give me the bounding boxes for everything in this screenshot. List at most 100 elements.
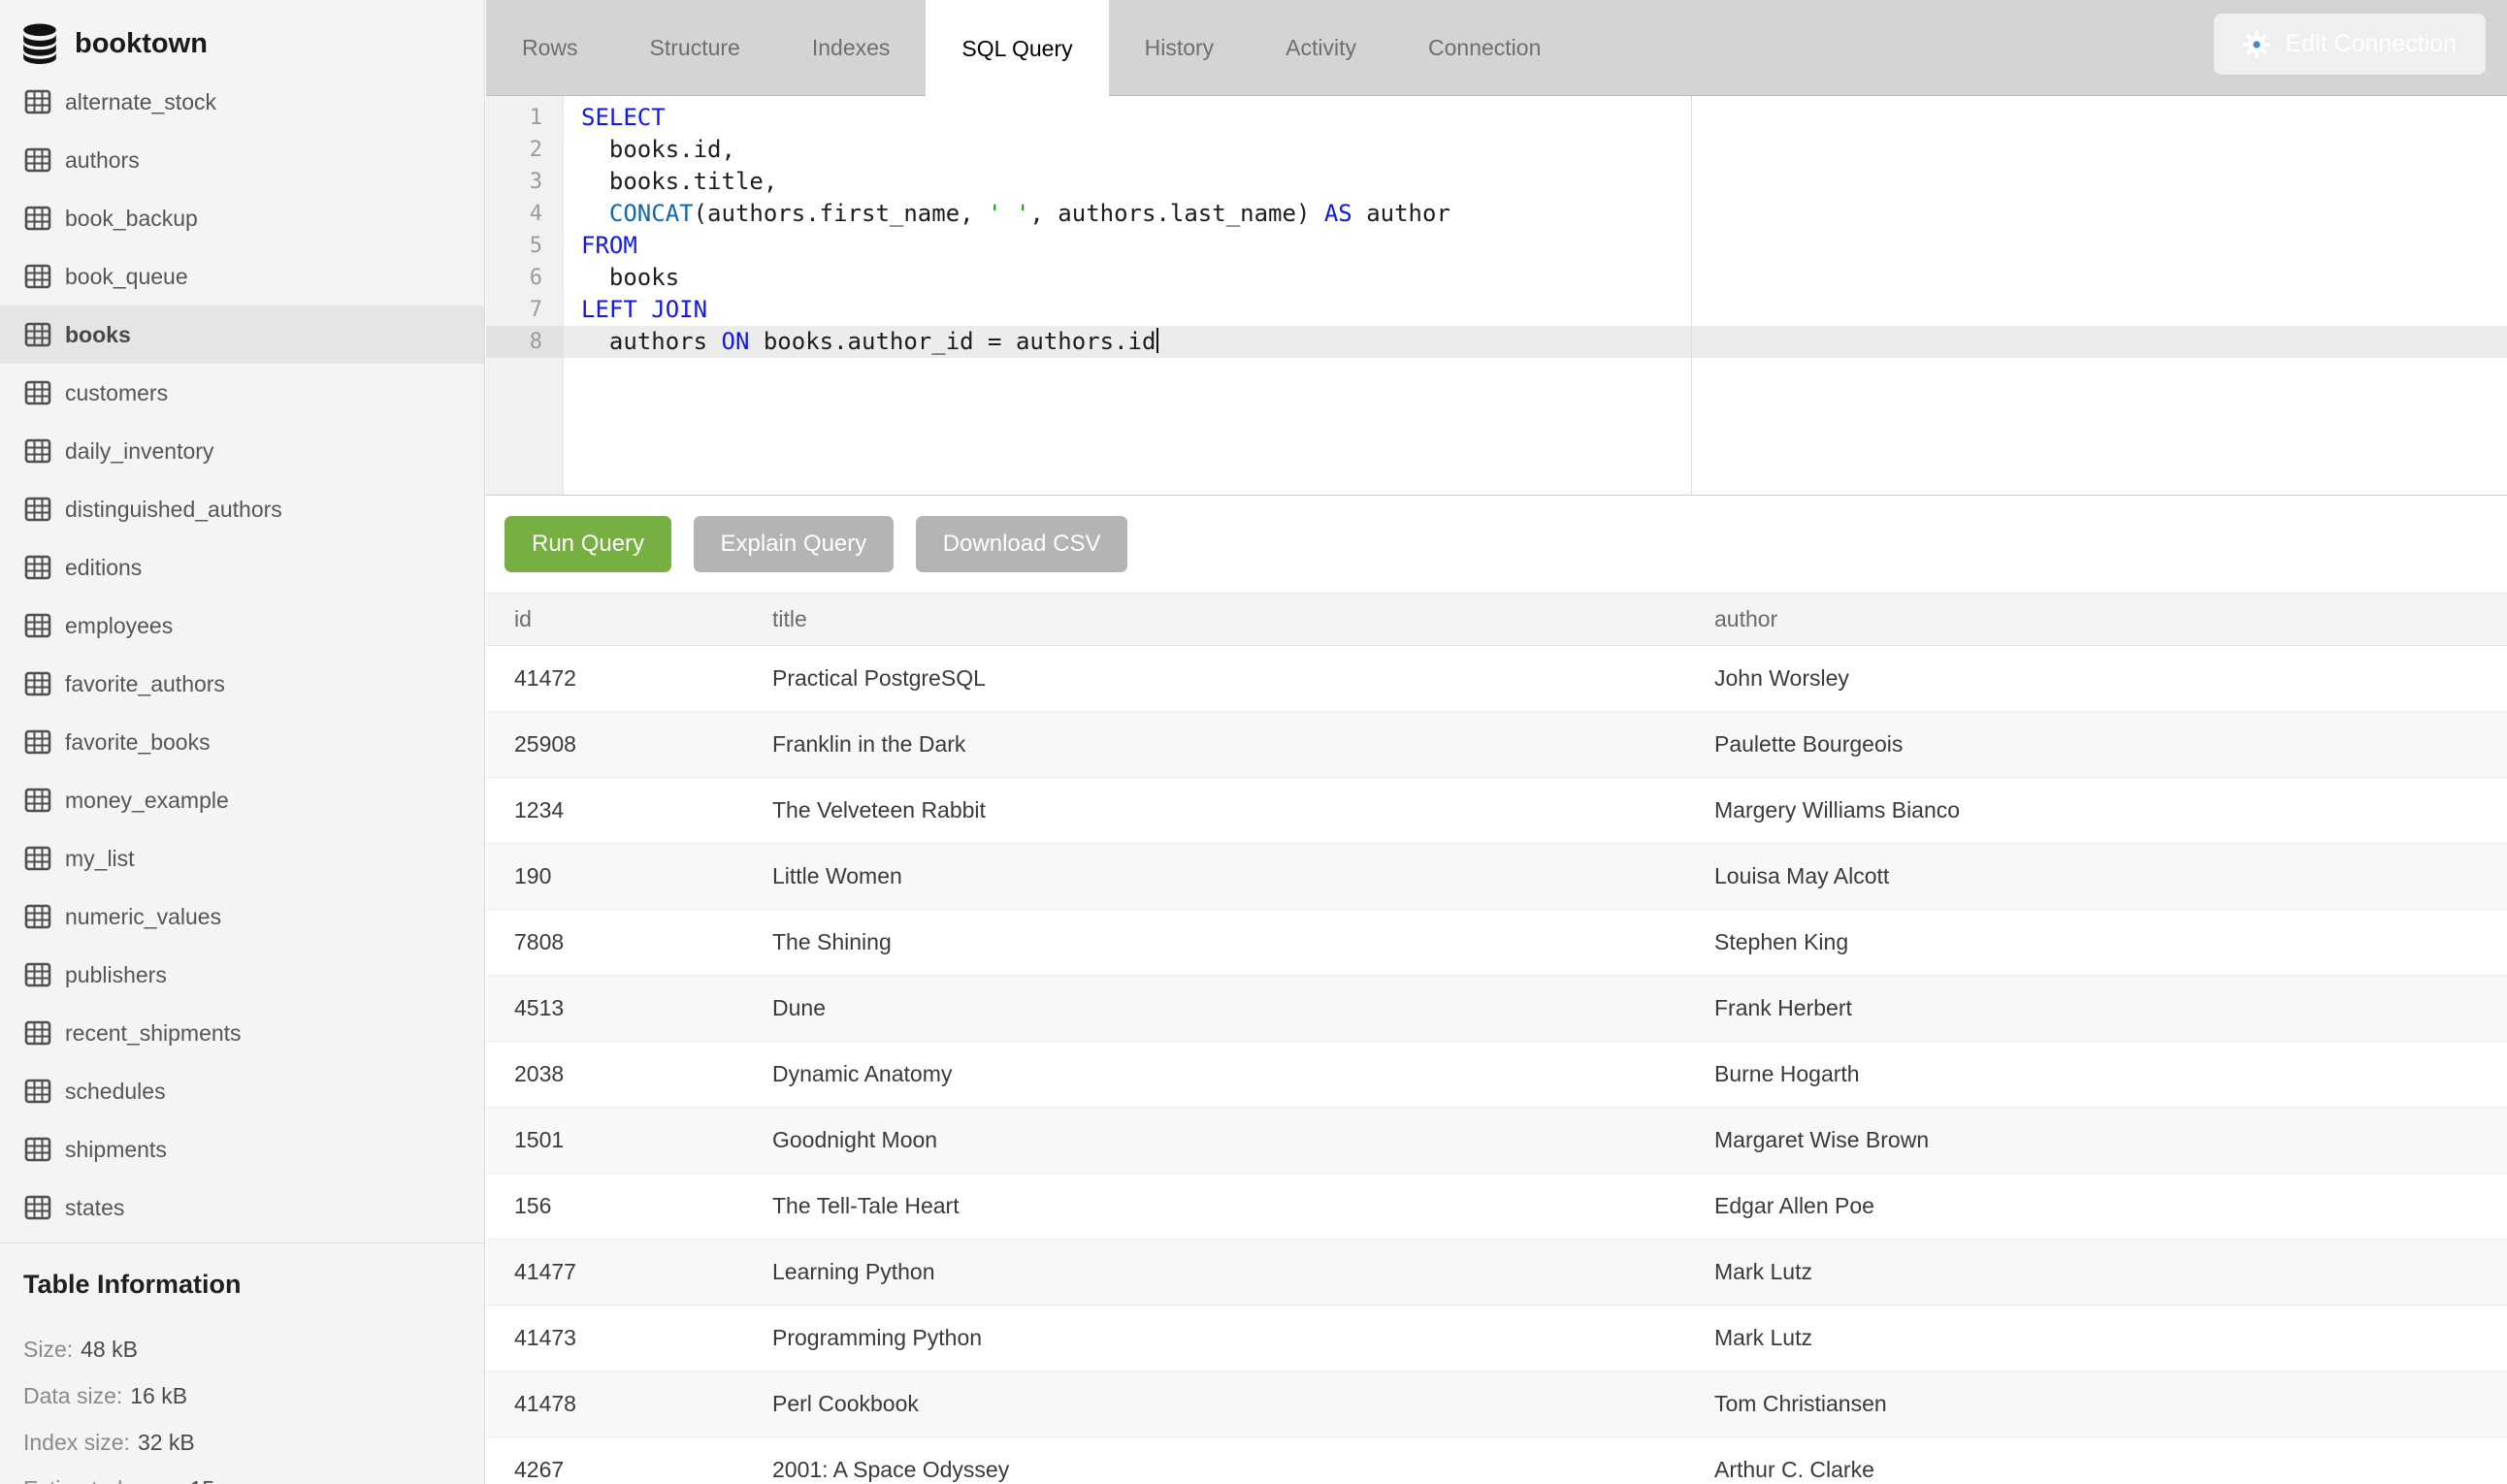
sidebar-item-label: shipments (65, 1137, 167, 1163)
table-icon (24, 728, 51, 756)
tab-activity[interactable]: Activity (1250, 0, 1392, 96)
edit-connection-button[interactable]: Edit Connection (2214, 14, 2486, 75)
tab-structure[interactable]: Structure (614, 0, 776, 96)
cell: Paulette Bourgeois (1714, 712, 2507, 778)
table-icon (24, 1019, 51, 1047)
cell: The Shining (772, 910, 1714, 976)
sidebar-item-schedules[interactable]: schedules (0, 1062, 484, 1120)
table-info-field: Data size:16 kB (0, 1372, 484, 1419)
sidebar-item-label: customers (65, 380, 168, 406)
info-label: Size: (23, 1337, 73, 1363)
editor-line: 8 authors ON books.author_id = authors.i… (486, 326, 2507, 358)
cell: Stephen King (1714, 910, 2507, 976)
cell: 25908 (486, 712, 772, 778)
sidebar-item-recent_shipments[interactable]: recent_shipments (0, 1004, 484, 1062)
info-value: 16 kB (130, 1383, 187, 1409)
table-row: 42672001: A Space OdysseyArthur C. Clark… (486, 1437, 2507, 1484)
cell: 41472 (486, 646, 772, 712)
cell: 190 (486, 844, 772, 910)
sidebar-item-alternate_stock[interactable]: alternate_stock (0, 73, 484, 131)
table-icon (24, 554, 51, 581)
tab-connection[interactable]: Connection (1392, 0, 1577, 96)
table-icon (24, 787, 51, 814)
tab-sql-query[interactable]: SQL Query (926, 0, 1108, 97)
table-row: 7808The ShiningStephen King (486, 910, 2507, 976)
editor-line: 6 books (486, 262, 2507, 294)
sidebar-item-numeric_values[interactable]: numeric_values (0, 887, 484, 946)
run-query-button[interactable]: Run Query (505, 516, 671, 572)
explain-query-button[interactable]: Explain Query (694, 516, 895, 572)
line-number: 8 (486, 326, 564, 358)
cell: 41478 (486, 1371, 772, 1437)
gear-icon (2243, 31, 2270, 58)
sidebar-item-favorite_books[interactable]: favorite_books (0, 713, 484, 771)
sidebar-item-distinguished_authors[interactable]: distinguished_authors (0, 480, 484, 538)
download-csv-button[interactable]: Download CSV (916, 516, 1128, 572)
sidebar-item-label: book_queue (65, 264, 188, 290)
editor-line: 5FROM (486, 230, 2507, 262)
sidebar-item-daily_inventory[interactable]: daily_inventory (0, 422, 484, 480)
table-row: 190Little WomenLouisa May Alcott (486, 844, 2507, 910)
database-name: booktown (75, 28, 208, 60)
table-information-fields: Size:48 kBData size:16 kBIndex size:32 k… (0, 1326, 484, 1484)
results-table: idtitleauthor 41472Practical PostgreSQLJ… (486, 593, 2507, 1484)
edit-connection-label: Edit Connection (2285, 30, 2457, 58)
sidebar-item-label: alternate_stock (65, 89, 216, 115)
sidebar-item-label: schedules (65, 1079, 166, 1105)
sidebar-item-customers[interactable]: customers (0, 364, 484, 422)
table-icon (24, 1136, 51, 1163)
table-icon (24, 88, 51, 115)
table-information-heading: Table Information (23, 1270, 484, 1300)
sidebar-item-editions[interactable]: editions (0, 538, 484, 597)
line-number: 7 (486, 294, 564, 326)
cell: Practical PostgreSQL (772, 646, 1714, 712)
sidebar-item-shipments[interactable]: shipments (0, 1120, 484, 1178)
sidebar-item-label: my_list (65, 846, 135, 872)
line-number: 3 (486, 166, 564, 198)
sidebar-item-label: recent_shipments (65, 1020, 242, 1047)
sidebar-item-book_queue[interactable]: book_queue (0, 247, 484, 306)
tab-rows[interactable]: Rows (486, 0, 614, 96)
sidebar-item-money_example[interactable]: money_example (0, 771, 484, 829)
main-panel: RowsStructureIndexesSQL QueryHistoryActi… (486, 0, 2507, 1484)
table-icon (24, 961, 51, 988)
cell: Dune (772, 976, 1714, 1042)
cell: Mark Lutz (1714, 1306, 2507, 1371)
column-header-author: author (1714, 594, 2507, 646)
code-text: FROM (564, 230, 637, 262)
sidebar-item-label: distinguished_authors (65, 497, 282, 523)
cell: Margaret Wise Brown (1714, 1108, 2507, 1174)
table-icon (24, 496, 51, 523)
tab-history[interactable]: History (1109, 0, 1251, 96)
cell: 7808 (486, 910, 772, 976)
database-header: booktown (0, 0, 484, 64)
sidebar-item-states[interactable]: states (0, 1178, 484, 1237)
table-row: 1501Goodnight MoonMargaret Wise Brown (486, 1108, 2507, 1174)
sidebar-item-authors[interactable]: authors (0, 131, 484, 189)
tab-bar: RowsStructureIndexesSQL QueryHistoryActi… (486, 0, 2507, 96)
sidebar-item-book_backup[interactable]: book_backup (0, 189, 484, 247)
cell: 1234 (486, 778, 772, 844)
cell: Programming Python (772, 1306, 1714, 1371)
sidebar-item-publishers[interactable]: publishers (0, 946, 484, 1004)
tab-indexes[interactable]: Indexes (776, 0, 927, 96)
cell: Dynamic Anatomy (772, 1042, 1714, 1108)
info-label: Index size: (23, 1430, 130, 1456)
sql-editor[interactable]: 1SELECT2 books.id,3 books.title,4 CONCAT… (486, 96, 2507, 496)
column-header-title: title (772, 594, 1714, 646)
cell: 2038 (486, 1042, 772, 1108)
cell: 1501 (486, 1108, 772, 1174)
cell: Franklin in the Dark (772, 712, 1714, 778)
code-text: SELECT (564, 102, 666, 134)
sidebar-item-favorite_authors[interactable]: favorite_authors (0, 655, 484, 713)
table-icon (24, 263, 51, 290)
cell: Louisa May Alcott (1714, 844, 2507, 910)
cell: Frank Herbert (1714, 976, 2507, 1042)
sidebar-item-my_list[interactable]: my_list (0, 829, 484, 887)
editor-line: 3 books.title, (486, 166, 2507, 198)
sidebar-item-employees[interactable]: employees (0, 597, 484, 655)
sidebar-item-books[interactable]: books (0, 306, 484, 364)
column-header-id: id (486, 594, 772, 646)
table-row: 1234The Velveteen RabbitMargery Williams… (486, 778, 2507, 844)
database-icon (22, 23, 57, 64)
